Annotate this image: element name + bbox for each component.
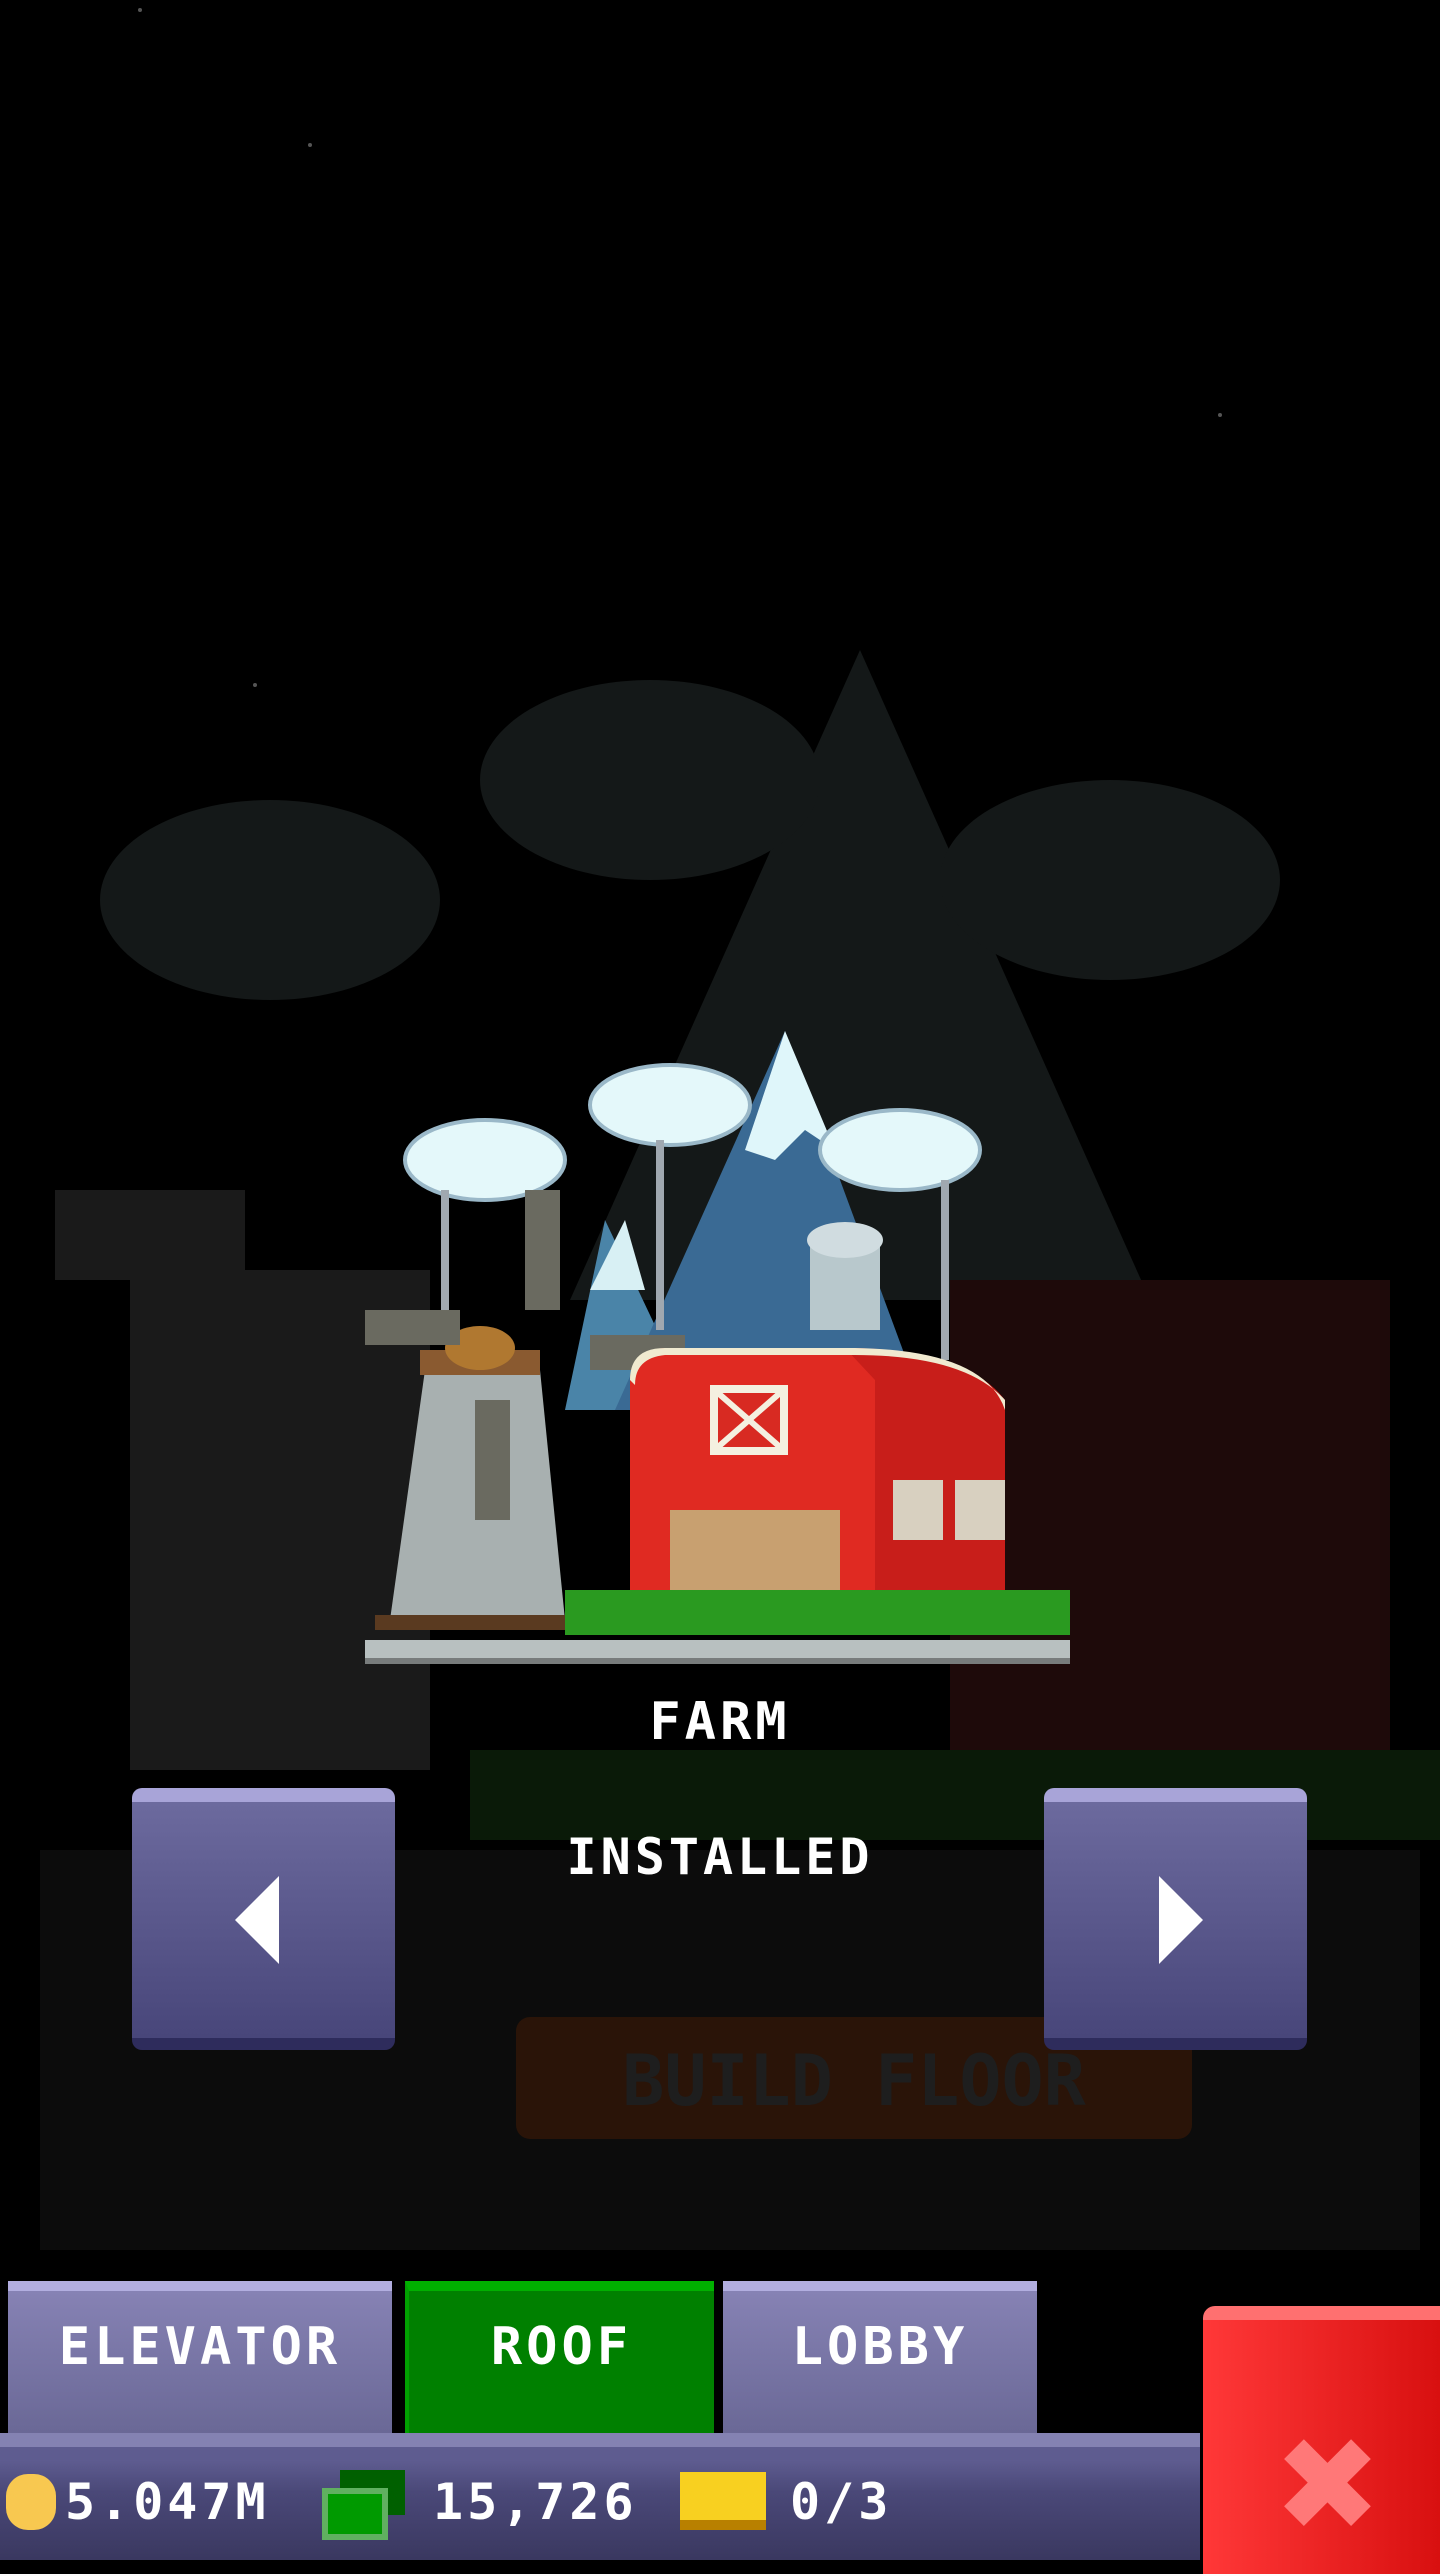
ticket-icon: [680, 2472, 766, 2530]
item-name: FARM: [649, 1692, 791, 1752]
item-status: INSTALLED: [566, 1828, 874, 1886]
coin-icon: [6, 2474, 56, 2530]
bux-value: 15,726: [433, 2473, 638, 2531]
arrow-left-icon: [235, 1876, 279, 1964]
coins-value: 5.047M: [65, 2473, 270, 2531]
tab-roof[interactable]: ROOF: [405, 2281, 714, 2433]
tab-elevator[interactable]: ELEVATOR: [8, 2281, 392, 2433]
build-floor-label: BUILD FLOOR: [622, 2040, 1086, 2122]
next-button[interactable]: [1044, 1788, 1307, 2050]
bux-icon: [322, 2470, 405, 2540]
arrow-right-icon: [1159, 1876, 1203, 1964]
close-x-icon: ✖: [1273, 2409, 1382, 2561]
tab-lobby[interactable]: LOBBY: [723, 2281, 1037, 2433]
farm-preview-image: [365, 1031, 1070, 1664]
tickets-value: 0/3: [790, 2473, 893, 2531]
previous-button[interactable]: [132, 1788, 395, 2050]
close-button[interactable]: ✖: [1203, 2306, 1440, 2574]
